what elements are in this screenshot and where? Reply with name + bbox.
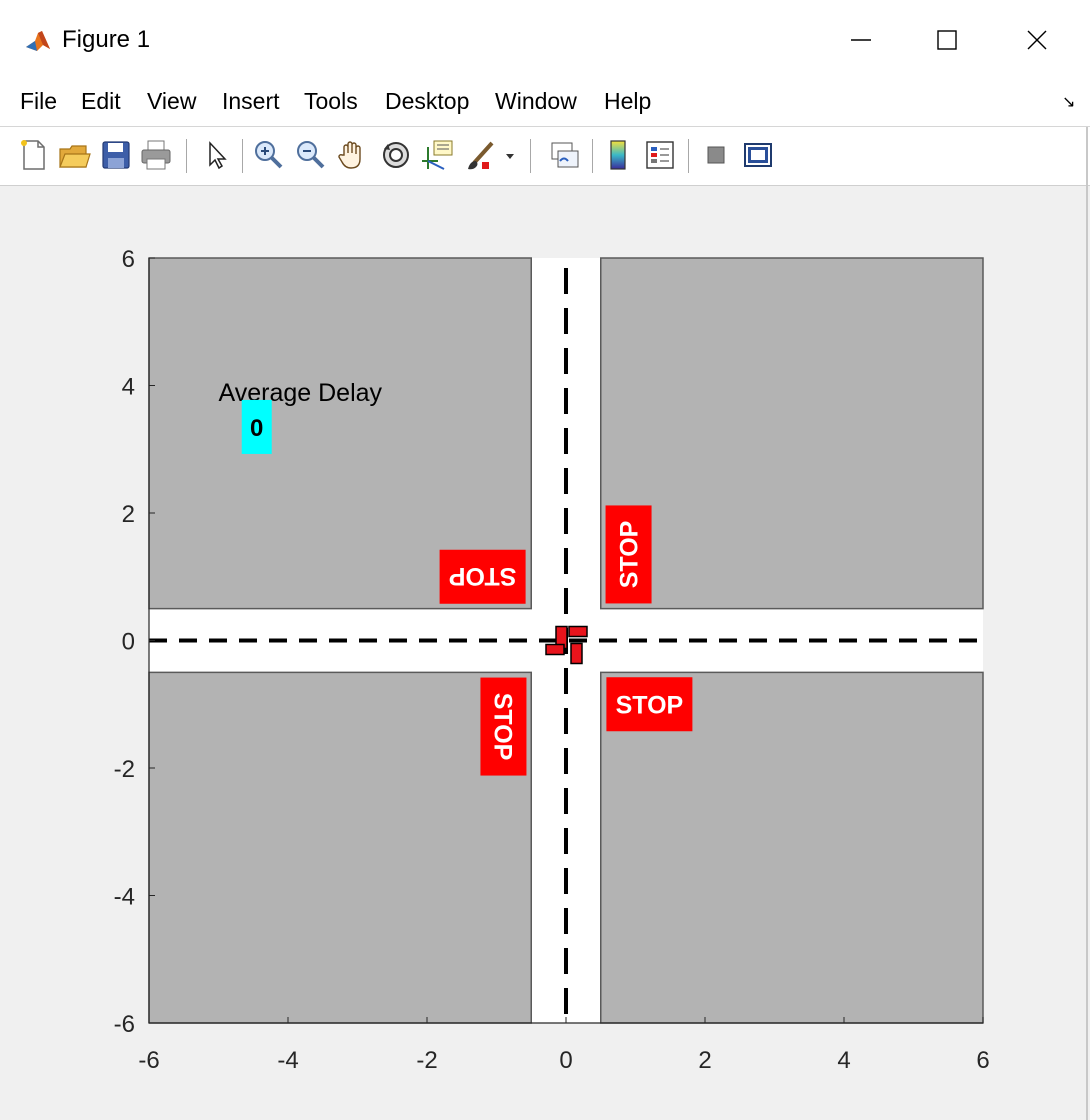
zoom-in-icon[interactable] <box>250 137 286 173</box>
stop-sign-text: STOP <box>616 691 684 719</box>
maximize-button[interactable] <box>924 18 970 62</box>
maximize-icon <box>937 30 957 50</box>
y-tick-label: 2 <box>122 501 135 528</box>
close-button[interactable] <box>1014 18 1060 62</box>
data-cursor-icon[interactable] <box>420 137 456 173</box>
minimize-icon <box>851 39 871 41</box>
toolbar-separator <box>242 139 243 173</box>
stop-sign: STOP <box>439 549 526 604</box>
menu-help[interactable]: Help <box>604 88 651 115</box>
x-tick-label: 6 <box>976 1047 989 1074</box>
window-titlebar: Figure 1 <box>0 0 1090 78</box>
car <box>545 643 565 656</box>
dock-figure-icon[interactable]: ↘ <box>1062 92 1075 112</box>
car <box>568 625 588 638</box>
matlab-logo-icon <box>24 27 52 55</box>
stop-sign-text: STOP <box>616 521 644 589</box>
colorbar-icon[interactable] <box>600 137 636 173</box>
menu-desktop[interactable]: Desktop <box>385 88 469 115</box>
menu-view[interactable]: View <box>147 88 196 115</box>
toolbar-separator <box>530 139 531 173</box>
stop-sign: STOP <box>605 505 652 604</box>
block-bottom-left <box>148 671 532 1024</box>
toolbar-separator <box>592 139 593 173</box>
stop-sign: STOP <box>480 677 527 776</box>
x-tick-label: -6 <box>138 1047 159 1074</box>
block-top-right <box>600 257 984 610</box>
brush-dropdown-icon[interactable] <box>502 137 518 173</box>
menu-file[interactable]: File <box>20 88 57 115</box>
toolbar-separator <box>186 139 187 173</box>
average-delay-value: 0 <box>250 415 263 442</box>
x-tick-label: 0 <box>559 1047 572 1074</box>
menu-edit[interactable]: Edit <box>81 88 121 115</box>
y-tick-label: 6 <box>122 246 135 273</box>
toolbar-separator <box>688 139 689 173</box>
figure-toolbar <box>0 127 1090 186</box>
stop-sign: STOP <box>606 677 693 732</box>
zoom-out-icon[interactable] <box>292 137 328 173</box>
edit-plot-arrow-icon[interactable] <box>198 137 234 173</box>
menu-tools[interactable]: Tools <box>304 88 358 115</box>
rotate-3d-icon[interactable] <box>378 137 414 173</box>
stop-sign-text: STOP <box>488 693 516 761</box>
save-icon[interactable] <box>98 137 134 173</box>
new-figure-icon[interactable] <box>16 137 52 173</box>
menu-insert[interactable]: Insert <box>222 88 280 115</box>
stop-sign-text: STOP <box>449 562 517 590</box>
brush-icon[interactable] <box>462 137 498 173</box>
intersection-axes[interactable]: -6 -4 -2 0 2 4 66420-2-4-6 STOP STOPSTOP STOP Av… <box>0 185 1090 1120</box>
menu-bar: File Edit View Insert Tools Desktop Wind… <box>0 78 1090 127</box>
x-tick-label: -2 <box>416 1047 437 1074</box>
print-icon[interactable] <box>138 137 174 173</box>
close-icon <box>1027 30 1047 50</box>
y-tick-label: 0 <box>122 629 135 656</box>
y-tick-label: -6 <box>114 1011 135 1038</box>
show-plot-tools-icon[interactable] <box>740 137 776 173</box>
x-tick-label: -4 <box>277 1047 298 1074</box>
hide-plot-tools-icon[interactable] <box>698 137 734 173</box>
link-plot-icon[interactable] <box>546 137 582 173</box>
car <box>570 642 583 665</box>
window-title: Figure 1 <box>62 26 151 53</box>
minimize-button[interactable] <box>838 18 884 62</box>
y-tick-label: -2 <box>114 756 135 783</box>
menu-window[interactable]: Window <box>495 88 577 115</box>
legend-icon[interactable] <box>642 137 678 173</box>
pan-hand-icon[interactable] <box>334 137 370 173</box>
x-tick-label: 2 <box>698 1047 711 1074</box>
y-tick-label: -4 <box>114 884 135 911</box>
x-tick-label: 4 <box>837 1047 850 1074</box>
open-file-icon[interactable] <box>56 137 92 173</box>
y-tick-label: 4 <box>122 374 135 401</box>
